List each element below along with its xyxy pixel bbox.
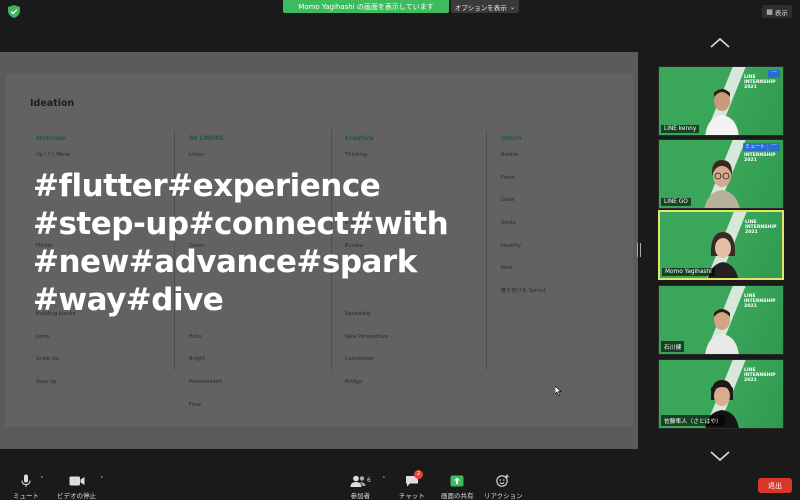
participants-icon <box>350 475 366 487</box>
hashtag-line: #step-up#connect#with <box>33 206 449 242</box>
screen-share-status: Momo Yagihashi の画面を表示しています <box>283 0 449 13</box>
chat-unread-badge: 2 <box>413 470 423 479</box>
column-item: Connection <box>345 356 375 363</box>
view-label: 表示 <box>774 8 788 17</box>
participants-button[interactable]: 6 参加者 <box>350 473 371 500</box>
hashtag-line: #new#advance#spark <box>33 244 417 280</box>
participant-name: LINE GO <box>661 198 691 206</box>
panel-resize-handle[interactable] <box>637 243 641 257</box>
column-title: Be LINERS <box>189 135 224 142</box>
participant-tile[interactable]: LINE INTERNSHIP 2021 佐藤隼人（さとはや） <box>658 359 784 429</box>
shield-icon[interactable] <box>8 5 20 18</box>
column-item: Smile <box>501 220 516 227</box>
share-screen-button[interactable]: 画面の共有 <box>441 473 474 500</box>
view-button[interactable]: ▦ 表示 <box>762 5 792 18</box>
column-item: Healthy <box>501 242 522 249</box>
participant-name: 佐藤隼人（さとはや） <box>661 415 725 426</box>
hashtag-overlay: #flutter#experience #step-up#connect#with… <box>33 167 449 319</box>
column-title: Motivate <box>36 135 66 142</box>
stop-video-button[interactable]: ビデオの停止 <box>57 473 96 500</box>
tile-brand: LINE INTERNSHIP 2021 <box>744 368 776 384</box>
shared-screen: Ideation Motivate Up (↑), Move Flicker B… <box>0 52 638 449</box>
more-options-button[interactable]: ··· <box>768 143 780 151</box>
hashtag-line: #way#dive <box>33 282 224 318</box>
column-item: Scale Up <box>36 356 59 363</box>
participants-options-caret-icon[interactable]: ˄ <box>382 476 386 484</box>
participant-tile[interactable]: LINE INTERNSHIP 2021 ··· LINE kenny <box>658 66 784 136</box>
view-options-label: オプションを表示 <box>454 3 507 12</box>
share-screen-icon <box>450 475 464 486</box>
chat-label: チャット <box>399 492 425 500</box>
video-label: ビデオの停止 <box>57 492 96 500</box>
mute-label: ミュート <box>13 492 39 500</box>
participant-name: 石川健 <box>661 341 685 352</box>
participant-video <box>705 309 739 354</box>
column-item: Fresh <box>501 174 515 181</box>
column-item: Rookie <box>501 152 519 158</box>
chevron-down-icon[interactable] <box>709 449 731 463</box>
participant-tile[interactable]: LINE INTERNSHIP 2021 石川健 <box>658 285 784 355</box>
column-item: Echo <box>189 333 202 340</box>
participant-video <box>704 160 740 208</box>
chevron-up-icon[interactable] <box>709 36 731 50</box>
column-title: Intern <box>501 135 522 142</box>
reactions-label: リアクション <box>484 492 523 500</box>
emoji-reaction-icon <box>496 474 510 487</box>
tile-brand: LINE INTERNSHIP 2021 <box>744 294 776 310</box>
column-item: Jump <box>36 333 50 340</box>
share-screen-label: 画面の共有 <box>441 492 474 500</box>
audio-options-caret-icon[interactable]: ˄ <box>40 476 44 484</box>
participants-count: 6 <box>367 477 371 484</box>
column-item: New Perspective <box>345 333 389 340</box>
chat-button[interactable]: 2 チャット <box>399 470 425 500</box>
column-item: Flow <box>189 401 201 408</box>
participant-tile-active-speaker[interactable]: LINE INTERNSHIP 2021 Momo Yagihashi <box>658 210 784 280</box>
slide-title: Ideation <box>30 98 75 109</box>
tile-brand: LINE INTERNSHIP 2021 <box>745 220 777 236</box>
participants-label: 参加者 <box>350 492 371 500</box>
grid-icon: ▦ <box>766 7 773 16</box>
column-item: New <box>501 265 513 272</box>
column-item: Grow <box>501 197 515 204</box>
leave-meeting-button[interactable]: 退出 <box>758 478 792 493</box>
participant-tile[interactable]: LINE INTERNSHIP 2021 ミュート ··· LINE GO <box>658 139 784 209</box>
muted-badge: ミュート <box>742 143 767 151</box>
column-item: Step Up <box>36 378 57 385</box>
view-options-button[interactable]: オプションを表示 ⌄ <box>451 0 519 13</box>
participant-video <box>705 89 739 135</box>
video-camera-icon <box>69 476 84 485</box>
more-options-button[interactable]: ··· <box>768 70 780 78</box>
top-bar: Momo Yagihashi の画面を表示しています オプションを表示 ⌄ ▦ … <box>0 0 800 24</box>
reactions-button[interactable]: リアクション <box>484 473 523 500</box>
mouse-cursor-icon <box>555 386 562 396</box>
column-title: Creative <box>345 135 374 142</box>
participant-name: LINE kenny <box>661 125 700 133</box>
column-item: Personalized <box>189 378 222 385</box>
column-item: Bright <box>189 356 205 363</box>
hashtag-line: #flutter#experience <box>33 168 381 204</box>
microphone-icon <box>21 474 31 487</box>
participant-name: Momo Yagihashi <box>662 268 715 276</box>
column-divider <box>486 130 487 370</box>
video-options-caret-icon[interactable]: ˄ <box>100 476 104 484</box>
slide-column-intern: Intern Rookie Fresh Grow Smile Healthy N… <box>501 135 631 309</box>
column-item: Bridge <box>345 378 362 385</box>
chevron-down-icon: ⌄ <box>509 2 516 11</box>
mute-button[interactable]: ミュート <box>13 473 39 500</box>
column-item: 春を告げる Sprout <box>501 288 546 295</box>
